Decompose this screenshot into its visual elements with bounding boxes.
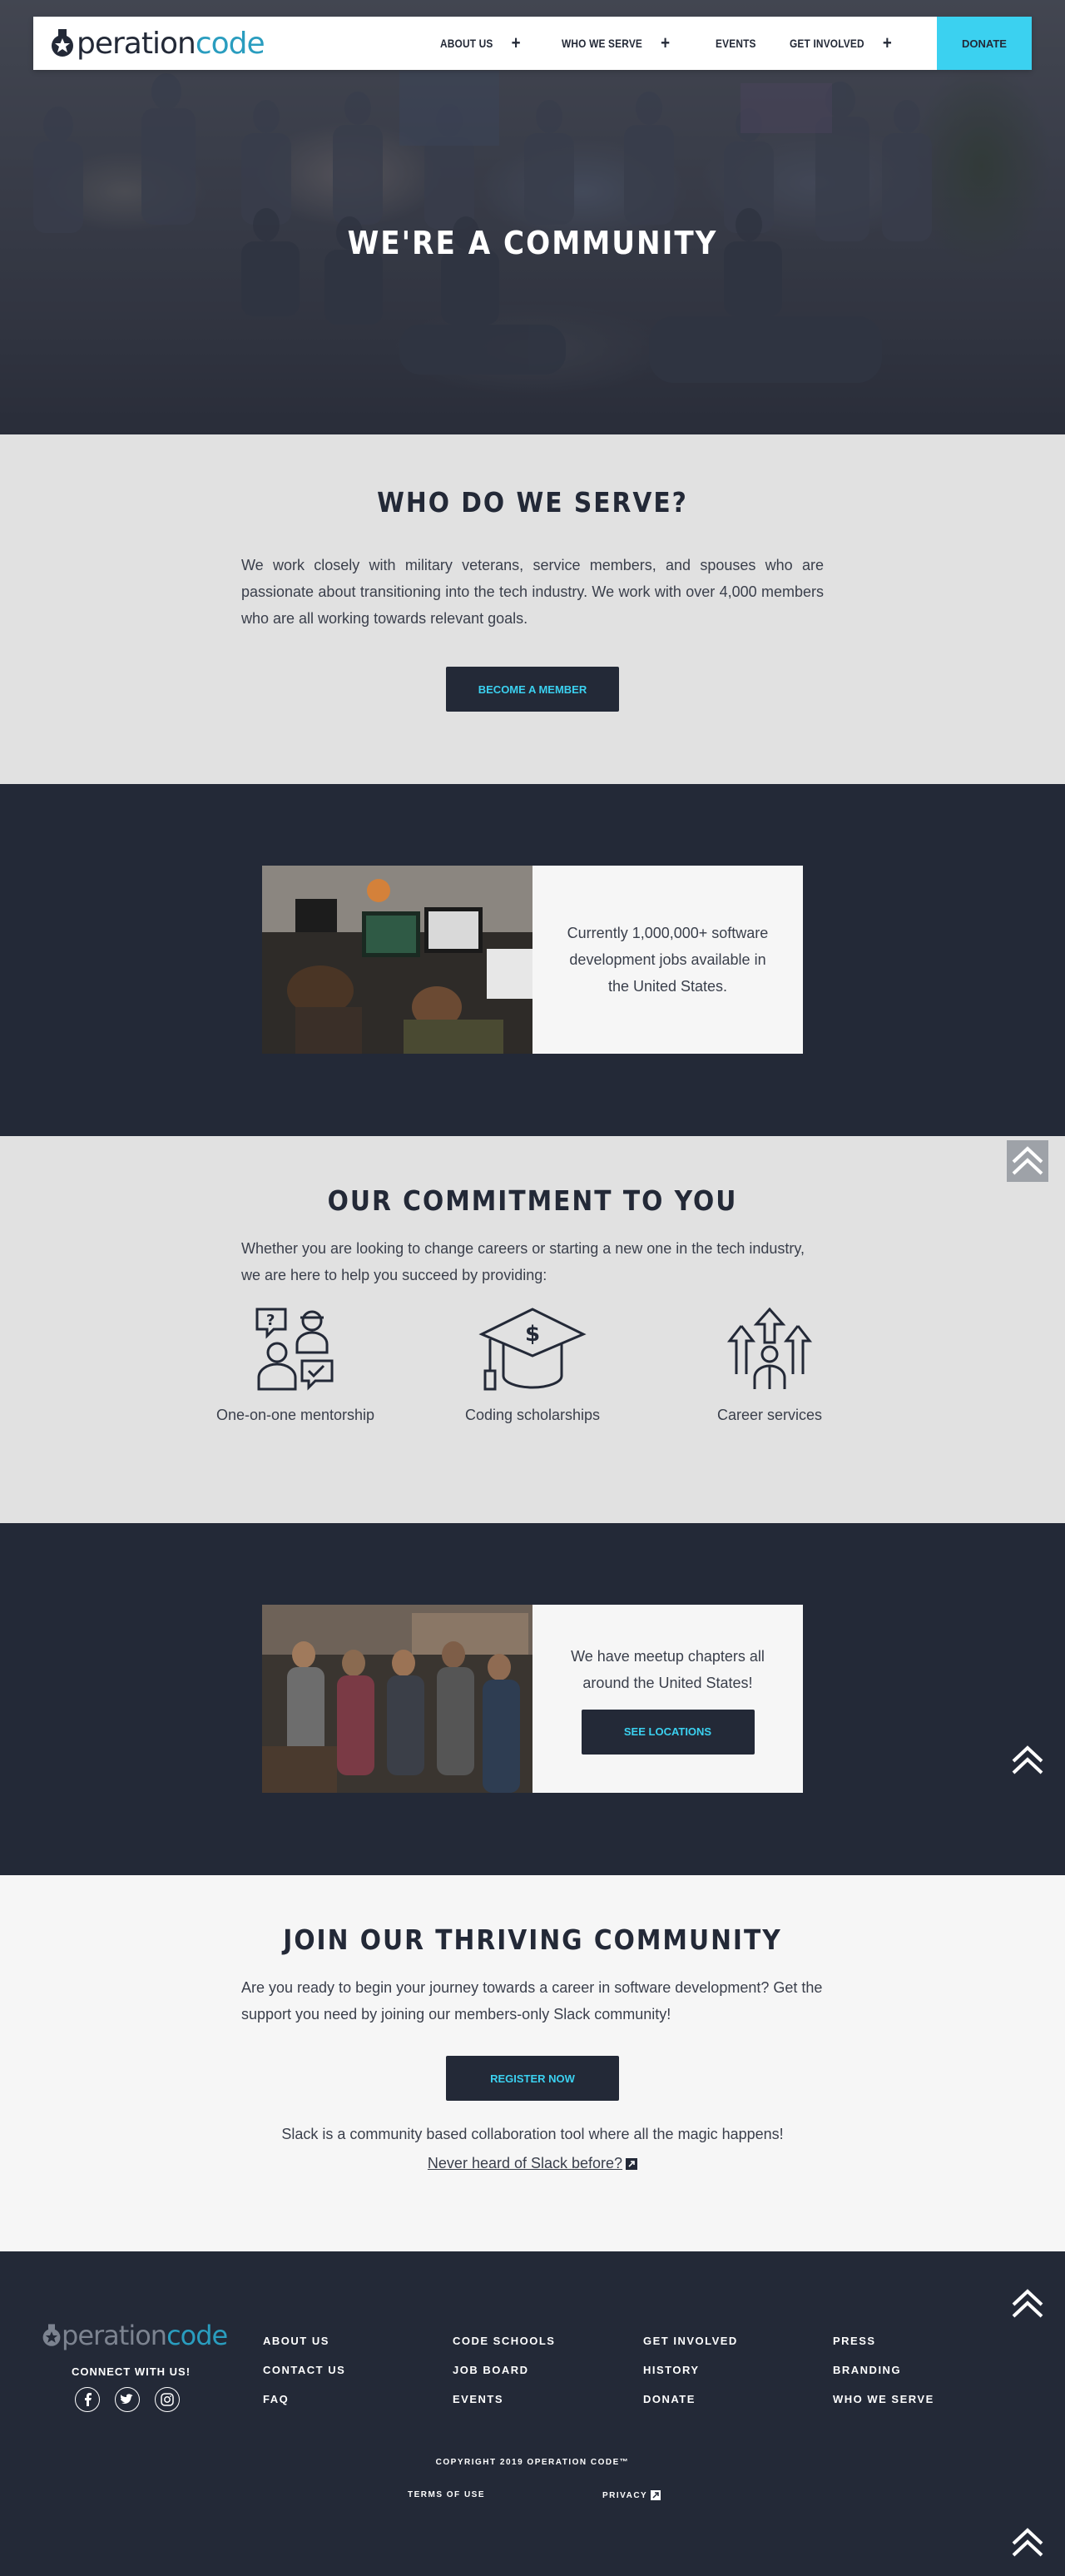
svg-text:$: $: [525, 1322, 540, 1347]
double-chevron-up-icon: [1012, 1745, 1043, 1774]
mentorship-icon: ?: [255, 1308, 334, 1391]
logo-text-operation: peration: [77, 26, 196, 61]
nav-who-we-serve-label: WHO WE SERVE: [561, 37, 642, 50]
footer-logo-operation: peration: [62, 2320, 167, 2351]
nav-get-involved[interactable]: GET INVOLVED +: [790, 32, 892, 54]
external-link-icon: [626, 2157, 638, 2170]
plus-icon[interactable]: +: [661, 32, 670, 54]
nav-events-label: EVENTS: [716, 37, 756, 50]
footer-link-faq[interactable]: FAQ: [263, 2393, 345, 2422]
see-locations-button[interactable]: SEE LOCATIONS: [581, 1710, 755, 1755]
meetup-card-text-area: We have meetup chapters all around the U…: [532, 1605, 803, 1793]
footer-column-1: ABOUT US CONTACT US FAQ: [263, 2335, 345, 2422]
site-footer: peration code CONNECT WITH US! ABOUT US C…: [0, 2251, 1065, 2576]
jobs-card-text-area: Currently 1,000,000+ software developmen…: [532, 866, 803, 1054]
footer-link-history[interactable]: HISTORY: [643, 2364, 738, 2393]
footer-logo[interactable]: peration code: [42, 2320, 228, 2351]
register-now-button[interactable]: REGISTER NOW: [446, 2056, 619, 2101]
commitment-section: OUR COMMITMENT TO YOU Whether you are lo…: [0, 1136, 1065, 1523]
footer-link-events[interactable]: EVENTS: [453, 2393, 555, 2422]
logo-medal-icon: [52, 29, 73, 57]
svg-text:?: ?: [266, 1312, 275, 1329]
nav-get-involved-label: GET INVOLVED: [790, 37, 865, 50]
nav-who-we-serve[interactable]: WHO WE SERVE +: [562, 32, 670, 54]
twitter-icon[interactable]: [115, 2387, 140, 2412]
connect-with-us: CONNECT WITH US!: [71, 2365, 191, 2378]
copyright-text: COPYRIGHT 2019 OPERATION CODE™: [435, 2458, 630, 2467]
who-we-serve-section: WHO DO WE SERVE? We work closely with mi…: [0, 434, 1065, 784]
scroll-to-top-button[interactable]: [1007, 2522, 1048, 2564]
external-link-icon: [651, 2490, 661, 2500]
meetup-section: We have meetup chapters all around the U…: [0, 1523, 1065, 1875]
footer-logo-code: code: [166, 2320, 228, 2351]
scroll-to-top-button[interactable]: [1007, 1740, 1048, 1781]
instagram-icon[interactable]: [155, 2387, 180, 2412]
jobs-section: Currently 1,000,000+ software developmen…: [0, 784, 1065, 1136]
join-community-title: JOIN OUR THRIVING COMMUNITY: [283, 1923, 782, 1956]
join-community-section: JOIN OUR THRIVING COMMUNITY Are you read…: [0, 1875, 1065, 2251]
donate-button[interactable]: DONATE: [937, 17, 1032, 70]
footer-link-who-we-serve[interactable]: WHO WE SERVE: [833, 2393, 934, 2422]
logo-medal-icon: [42, 2324, 61, 2346]
footer-link-donate[interactable]: DONATE: [643, 2393, 738, 2422]
footer-link-job-board[interactable]: JOB BOARD: [453, 2364, 555, 2393]
footer-link-press[interactable]: PRESS: [833, 2335, 934, 2364]
join-community-text: Are you ready to begin your journey towa…: [241, 1979, 823, 2023]
jobs-card-text: Currently 1,000,000+ software developmen…: [567, 925, 769, 995]
feature-career-services: Career services: [678, 1303, 861, 1424]
footer-link-about-us[interactable]: ABOUT US: [263, 2335, 345, 2364]
logo-text-code: code: [195, 26, 265, 61]
career-arrows-icon: [726, 1307, 813, 1389]
top-navigation: peration code ABOUT US + WHO WE SERVE + E…: [33, 17, 1032, 70]
facebook-icon[interactable]: [75, 2387, 100, 2412]
feature-mentorship: ? One-on-one mentorship: [204, 1303, 387, 1424]
meetup-crowd-photo: [262, 1605, 532, 1793]
nav-events[interactable]: EVENTS: [716, 37, 756, 50]
slack-info-link[interactable]: Never heard of Slack before?: [428, 2155, 622, 2172]
footer-link-get-involved[interactable]: GET INVOLVED: [643, 2335, 738, 2364]
privacy-link-row: PRIVACY: [602, 2490, 661, 2500]
feature-mentorship-label: One-on-one mentorship: [215, 1407, 375, 1423]
slack-description: Slack is a community based collaboration…: [281, 2126, 784, 2142]
operationcode-logo[interactable]: peration code: [50, 27, 265, 61]
terms-of-use-link[interactable]: TERMS OF USE: [408, 2490, 485, 2499]
commitment-title: OUR COMMITMENT TO YOU: [327, 1184, 738, 1217]
meetup-card-text: We have meetup chapters all around the U…: [571, 1648, 765, 1691]
scroll-to-top-button[interactable]: [1007, 2283, 1048, 2325]
plus-icon[interactable]: +: [512, 32, 521, 54]
feature-career-services-label: Career services: [716, 1407, 823, 1423]
footer-column-2: CODE SCHOOLS JOB BOARD EVENTS: [453, 2335, 555, 2422]
double-chevron-up-icon: [1007, 1140, 1048, 1182]
footer-column-4: PRESS BRANDING WHO WE SERVE: [833, 2335, 934, 2422]
footer-column-3: GET INVOLVED HISTORY DONATE: [643, 2335, 738, 2422]
double-chevron-up-icon: [1012, 2289, 1043, 2318]
commitment-features: ? One-on-one mentorship $ Coding scholar…: [204, 1303, 861, 1424]
hero-title: WE'RE A COMMUNITY: [347, 225, 718, 261]
footer-link-branding[interactable]: BRANDING: [833, 2364, 934, 2393]
footer-link-contact-us[interactable]: CONTACT US: [263, 2364, 345, 2393]
feature-scholarships-label: Coding scholarships: [464, 1407, 601, 1423]
graduation-cap-icon: $: [478, 1308, 587, 1391]
who-we-serve-text: We work closely with military veterans, …: [241, 557, 824, 627]
social-links: [75, 2387, 180, 2412]
jobs-card: Currently 1,000,000+ software developmen…: [262, 866, 803, 1054]
who-we-serve-title: WHO DO WE SERVE?: [377, 486, 688, 519]
footer-link-code-schools[interactable]: CODE SCHOOLS: [453, 2335, 555, 2364]
slack-link-row: Never heard of Slack before?: [0, 2155, 1065, 2172]
privacy-link[interactable]: PRIVACY: [602, 2491, 647, 2500]
plus-icon[interactable]: +: [883, 32, 892, 54]
nav-about-us[interactable]: ABOUT US +: [440, 32, 521, 54]
commitment-text: Whether you are looking to change career…: [241, 1240, 805, 1283]
developers-at-computers-photo: [262, 866, 532, 1054]
become-member-button[interactable]: BECOME A MEMBER: [446, 667, 619, 712]
scroll-to-top-button[interactable]: [1007, 1140, 1048, 1182]
feature-scholarships: $ Coding scholarships: [441, 1303, 624, 1424]
nav-about-us-label: ABOUT US: [440, 37, 493, 50]
double-chevron-up-icon: [1012, 2528, 1043, 2557]
meetup-card: We have meetup chapters all around the U…: [262, 1605, 803, 1793]
nav-links: ABOUT US + WHO WE SERVE + EVENTS GET INV…: [440, 17, 1032, 70]
